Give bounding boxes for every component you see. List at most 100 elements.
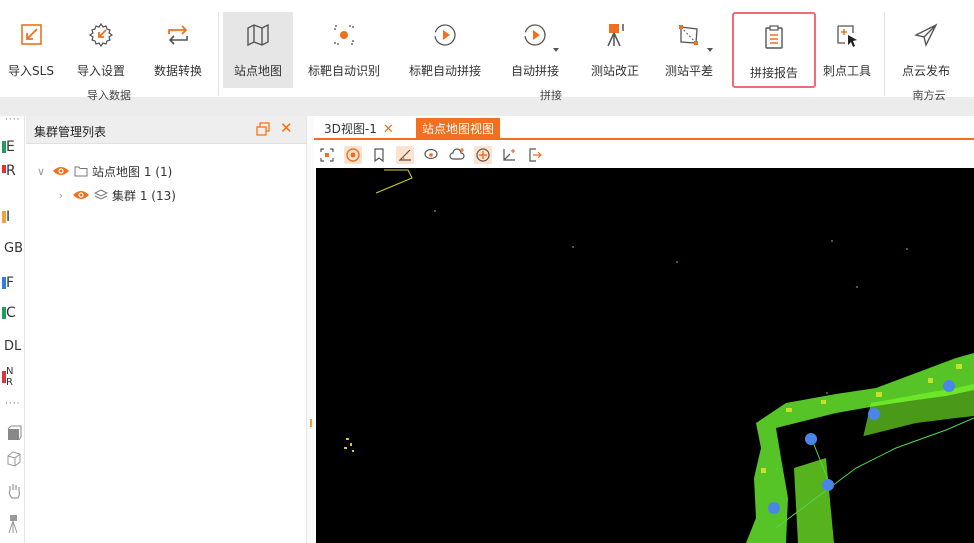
station-correct-button[interactable]: 测站改正 xyxy=(584,12,646,88)
vtool-dl[interactable]: DL xyxy=(0,336,25,358)
chevron-down-icon[interactable]: ∨ xyxy=(34,165,48,178)
vtool-f[interactable]: F xyxy=(0,272,25,294)
ribbon-separator xyxy=(884,12,885,96)
import-settings-button[interactable]: 导入设置 xyxy=(72,12,130,88)
panel-splitter[interactable] xyxy=(306,116,314,543)
tab-station-map-view-label: 站点地图视图 xyxy=(422,122,495,136)
vtool-e-label: E xyxy=(6,139,15,155)
cluster-management-panel: 集群管理列表 ✕ ∨ 站点地图 1 (1) › 集群 1 (13) xyxy=(26,116,306,543)
vtool-cube[interactable] xyxy=(0,450,25,472)
bookmark-icon[interactable] xyxy=(370,146,388,164)
axis-add-icon[interactable] xyxy=(500,146,518,164)
clipboard-report-icon xyxy=(756,16,792,58)
register-report-label: 拼接报告 xyxy=(749,66,798,80)
convert-arrows-icon xyxy=(160,14,196,56)
target-auto-detect-button[interactable]: 标靶自动识别 xyxy=(305,12,383,88)
eye-icon[interactable] xyxy=(72,189,90,201)
cloud-add-icon[interactable] xyxy=(448,146,466,164)
station-marker[interactable] xyxy=(943,380,955,392)
target-detect-icon xyxy=(326,14,362,56)
target-auto-register-button[interactable]: 标靶自动拼接 xyxy=(403,12,487,88)
vtool-e[interactable]: E xyxy=(0,136,25,158)
tab-station-map-view[interactable]: 站点地图视图 xyxy=(416,118,501,140)
register-report-button[interactable]: 拼接报告 xyxy=(732,12,816,88)
ribbon-separator xyxy=(218,12,219,96)
tree-node-station-map[interactable]: ∨ 站点地图 1 (1) xyxy=(34,162,172,180)
vtool-nr-label: N R xyxy=(6,366,14,388)
paper-plane-icon xyxy=(908,14,944,56)
ribbon-toolbar: 导入SLS 导入设置 数据转换 站点地图 标靶自动识别 标靶自动拼接 自动拼接 … xyxy=(0,0,974,116)
station-marker[interactable] xyxy=(822,479,834,491)
vtool-hand[interactable] xyxy=(0,482,25,504)
data-convert-label: 数据转换 xyxy=(153,64,202,78)
pick-cursor-icon xyxy=(829,14,865,56)
fit-view-icon[interactable] xyxy=(318,146,336,164)
point-cloud-building xyxy=(746,353,974,543)
vtool-scanner[interactable] xyxy=(0,514,25,536)
data-convert-button[interactable]: 数据转换 xyxy=(147,12,209,88)
toolbar-grip: ···· xyxy=(5,115,21,125)
import-sls-label: 导入SLS xyxy=(8,64,54,78)
angle-measure-icon[interactable] xyxy=(396,146,414,164)
vtool-i-label: I xyxy=(6,209,11,225)
vtool-i[interactable]: I xyxy=(0,206,25,228)
close-icon[interactable]: ✕ xyxy=(383,122,394,137)
pick-point-tool-label: 刺点工具 xyxy=(822,64,871,78)
pick-point-tool-button[interactable]: 刺点工具 xyxy=(815,12,879,88)
dropdown-arrow-icon[interactable] xyxy=(553,48,559,52)
vtool-box[interactable] xyxy=(0,424,25,446)
station-map-viewport[interactable] xyxy=(316,168,974,543)
exit-icon[interactable] xyxy=(526,146,544,164)
view-tab-bar: 3D视图-1 ✕ 站点地图视图 xyxy=(314,116,974,140)
tree-node-label: 站点地图 1 (1) xyxy=(92,164,173,179)
view-area: 3D视图-1 ✕ 站点地图视图 xyxy=(314,116,974,543)
group-label-import: 导入数据 xyxy=(87,89,131,102)
tripod-scanner-icon xyxy=(597,14,633,56)
tab-3d-view[interactable]: 3D视图-1 ✕ xyxy=(318,118,400,140)
group-label-cloud: 南方云 xyxy=(912,89,946,102)
vtool-gb[interactable]: GB xyxy=(0,238,25,260)
station-adjust-label: 测站平差 xyxy=(664,64,713,78)
gear-import-icon xyxy=(83,14,119,56)
lasso-select-icon[interactable] xyxy=(422,146,440,164)
vtool-c-label: C xyxy=(6,305,16,321)
target-auto-register-label: 标靶自动拼接 xyxy=(408,64,481,78)
pointcloud-publish-button[interactable]: 点云发布 xyxy=(894,12,958,88)
station-adjust-button[interactable]: 测站平差 xyxy=(657,12,721,88)
tree-node-cluster[interactable]: › 集群 1 (13) xyxy=(54,186,176,204)
dropdown-arrow-icon[interactable] xyxy=(707,48,713,52)
splitter-grip[interactable] xyxy=(310,419,312,427)
crosshair-icon[interactable] xyxy=(474,146,492,164)
eye-icon[interactable] xyxy=(52,165,70,177)
station-map-button[interactable]: 站点地图 xyxy=(223,12,293,88)
play-circle-icon xyxy=(427,14,463,56)
vtool-dl-label: DL xyxy=(4,339,22,354)
vtool-r[interactable]: R xyxy=(0,160,25,182)
play-circle-icon xyxy=(517,14,559,56)
view-toolbar xyxy=(314,142,974,168)
target-point-icon[interactable] xyxy=(344,146,362,164)
vtool-gb-label: GB xyxy=(4,241,23,256)
station-marker[interactable] xyxy=(805,433,817,445)
vtool-r-label: R xyxy=(6,163,16,179)
vtool-nr[interactable]: N R xyxy=(0,366,22,392)
hand-icon xyxy=(8,484,21,499)
close-icon[interactable]: ✕ xyxy=(280,120,293,136)
map-icon xyxy=(240,14,276,56)
tree-node-label: 集群 1 (13) xyxy=(112,188,176,203)
point-cloud-canvas[interactable] xyxy=(316,168,974,543)
auto-register-button[interactable]: 自动拼接 xyxy=(504,12,566,88)
station-marker[interactable] xyxy=(768,502,780,514)
target-auto-detect-label: 标靶自动识别 xyxy=(307,64,380,78)
vtool-c[interactable]: C xyxy=(0,302,25,324)
float-window-icon[interactable] xyxy=(256,122,270,136)
pointcloud-publish-label: 点云发布 xyxy=(901,64,950,78)
scanner-icon xyxy=(8,515,18,534)
station-marker[interactable] xyxy=(868,408,880,420)
chevron-right-icon[interactable]: › xyxy=(54,189,68,202)
import-sls-button[interactable]: 导入SLS xyxy=(2,12,60,88)
folder-icon xyxy=(74,166,88,177)
toolbar-grip: ···· xyxy=(5,399,21,409)
group-label-register: 拼接 xyxy=(540,89,562,102)
left-vertical-toolbar: ···· E R I GB F C DL N R ···· xyxy=(0,116,25,543)
